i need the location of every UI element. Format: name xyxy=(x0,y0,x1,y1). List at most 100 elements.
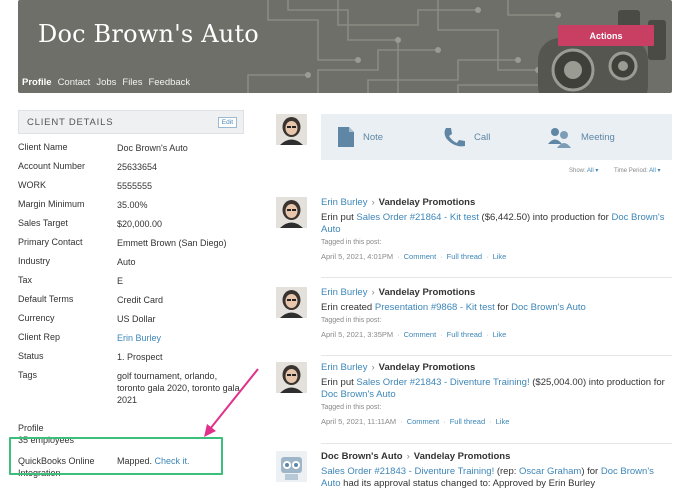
detail-label: Primary Contact xyxy=(18,237,83,247)
client-details-panel: CLIENT DETAILS Edit Client Name Doc Brow… xyxy=(18,110,244,478)
time-period-label: Time Period: xyxy=(614,168,648,174)
author-avatar xyxy=(276,362,307,393)
detail-label: Client Rep xyxy=(18,332,61,342)
meeting-icon xyxy=(548,128,571,148)
detail-label: Sales Target xyxy=(18,218,68,228)
detail-label: Default Terms xyxy=(18,294,74,304)
note-icon xyxy=(338,127,354,147)
profile-label: Profile xyxy=(18,423,44,433)
quick-actions-bar: Note Call Meeting xyxy=(321,114,672,160)
client-rep-link[interactable]: Erin Burley xyxy=(117,332,243,344)
author-link[interactable]: Erin Burley xyxy=(321,287,367,298)
author-link[interactable]: Erin Burley xyxy=(321,362,367,373)
comment-link[interactable]: Comment xyxy=(407,417,440,426)
detail-label: Account Number xyxy=(18,161,86,171)
quickbooks-highlight-box xyxy=(9,437,223,475)
detail-value: Emmett Brown (San Diego) xyxy=(117,238,227,248)
target-name[interactable]: Vandelay Promotions xyxy=(414,451,511,462)
like-link[interactable]: Like xyxy=(493,252,507,261)
tagged-label: Tagged in this post: xyxy=(321,239,382,246)
detail-value: US Dollar xyxy=(117,314,156,324)
detail-label: WORK xyxy=(18,180,46,190)
like-link[interactable]: Like xyxy=(493,330,507,339)
timestamp: April 5, 2021, 3:35PM xyxy=(321,330,394,339)
client-details-header: CLIENT DETAILS Edit xyxy=(18,110,244,134)
detail-label: Tax xyxy=(18,275,33,285)
comment-link[interactable]: Comment xyxy=(404,252,437,261)
detail-value: Doc Brown's Auto xyxy=(117,143,188,153)
current-user-avatar xyxy=(276,114,307,145)
timestamp: April 5, 2021, 4:01PM xyxy=(321,252,394,261)
tab-profile[interactable]: Profile xyxy=(22,77,52,88)
detail-value: Credit Card xyxy=(117,295,164,305)
sales-order-link[interactable]: Sales Order #21843 - Diventure Training! xyxy=(321,466,494,477)
sales-order-link[interactable]: Sales Order #21843 - Diventure Training! xyxy=(356,377,529,388)
presentation-link[interactable]: Presentation #9868 - Kit test xyxy=(375,302,495,313)
detail-value: 35.00% xyxy=(117,200,148,210)
detail-label: Status xyxy=(18,351,44,361)
client-details-title: CLIENT DETAILS xyxy=(27,116,114,128)
full-thread-link[interactable]: Full thread xyxy=(447,252,482,261)
robot-illustration xyxy=(538,10,666,93)
feed-meta: April 5, 2021, 4:01PM · Comment · Full threa… xyxy=(321,252,507,261)
full-thread-link[interactable]: Full thread xyxy=(447,330,482,339)
author-name[interactable]: Doc Brown's Auto xyxy=(321,451,403,462)
comment-link[interactable]: Comment xyxy=(404,330,437,339)
meeting-label: Meeting xyxy=(581,131,615,143)
detail-label: Margin Minimum xyxy=(18,199,85,209)
feed-divider xyxy=(321,443,672,444)
sales-order-link[interactable]: Sales Order #21864 - Kit test xyxy=(356,212,479,223)
tab-files[interactable]: Files xyxy=(122,77,142,88)
detail-label: Tags xyxy=(18,370,38,380)
feed-divider xyxy=(321,277,672,278)
show-filter[interactable]: Show: All ▾ xyxy=(569,167,598,174)
schedule-meeting-button[interactable]: Meeting xyxy=(547,126,615,148)
show-filter-value: All ▾ xyxy=(587,168,599,174)
log-call-button[interactable]: Call xyxy=(442,126,490,148)
tab-contact[interactable]: Contact xyxy=(58,77,91,88)
target-name[interactable]: Vandelay Promotions xyxy=(379,362,476,373)
phone-icon xyxy=(444,128,465,147)
client-header-banner: Doc Brown's Auto Actions Profile Contact… xyxy=(18,0,672,93)
target-name[interactable]: Vandelay Promotions xyxy=(379,197,476,208)
feed-text: Erin put Sales Order #21843 - Diventure … xyxy=(321,377,665,400)
timestamp: April 5, 2021, 11:11AM xyxy=(321,417,397,426)
company-name-title: Doc Brown's Auto xyxy=(38,20,259,48)
time-period-value: All ▾ xyxy=(649,168,661,174)
feed-text: Erin created Presentation #9868 - Kit te… xyxy=(321,302,586,313)
full-thread-link[interactable]: Full thread xyxy=(450,417,485,426)
target-name[interactable]: Vandelay Promotions xyxy=(379,287,476,298)
client-tabs: Profile Contact Jobs Files Feedback xyxy=(22,77,190,88)
show-filter-label: Show: xyxy=(569,168,586,174)
client-logo-avatar xyxy=(276,451,307,482)
feed-text: Erin put Sales Order #21864 - Kit test (… xyxy=(321,212,665,235)
tab-feedback[interactable]: Feedback xyxy=(148,77,190,88)
detail-label: Industry xyxy=(18,256,51,266)
author-link[interactable]: Erin Burley xyxy=(321,197,367,208)
detail-value: E xyxy=(117,276,124,286)
detail-value: 5555555 xyxy=(117,181,153,191)
tab-jobs[interactable]: Jobs xyxy=(96,77,116,88)
feed-meta: April 5, 2021, 3:35PM · Comment · Full threa… xyxy=(321,330,507,339)
edit-details-button[interactable]: Edit xyxy=(217,116,237,128)
time-period-filter[interactable]: Time Period: All ▾ xyxy=(614,167,661,174)
author-avatar xyxy=(276,197,307,228)
call-label: Call xyxy=(474,131,491,143)
detail-value: golf tournament, orlando, toronto gala 2… xyxy=(117,371,240,405)
actions-button[interactable]: Actions xyxy=(558,25,654,46)
client-link[interactable]: Doc Brown's Auto xyxy=(321,389,396,400)
client-link[interactable]: Doc Brown's Auto xyxy=(511,302,586,313)
add-note-button[interactable]: Note xyxy=(337,126,383,148)
note-label: Note xyxy=(363,131,384,143)
tagged-label: Tagged in this post: xyxy=(321,317,382,324)
detail-label: Currency xyxy=(18,313,55,323)
detail-value: 25633654 xyxy=(117,162,158,172)
rep-link[interactable]: Oscar Graham xyxy=(519,466,581,477)
author-avatar xyxy=(276,287,307,318)
feed-meta: April 5, 2021, 11:11AM · Comment · Full thre… xyxy=(321,417,510,426)
detail-label: Client Name xyxy=(18,142,68,152)
like-link[interactable]: Like xyxy=(496,417,510,426)
feed-text: Sales Order #21843 - Diventure Training!… xyxy=(321,466,654,488)
detail-value: 1. Prospect xyxy=(117,352,163,362)
feed-divider xyxy=(321,355,672,356)
